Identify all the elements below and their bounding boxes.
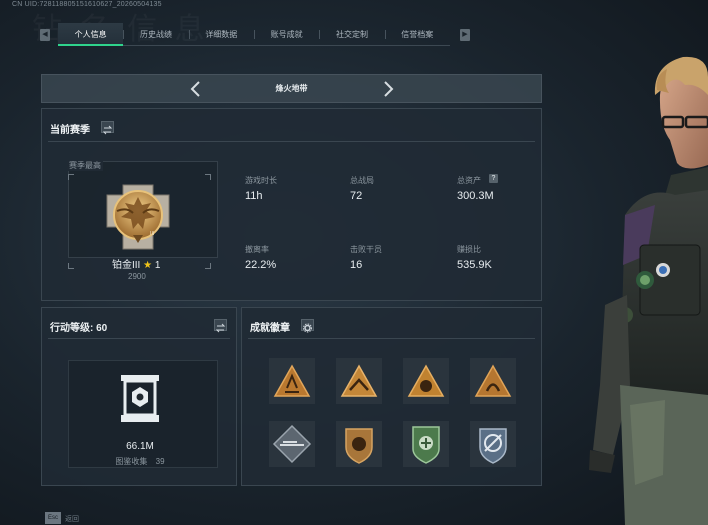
corner-bl [68, 263, 74, 269]
tab-social[interactable]: 社交定制 [319, 23, 384, 45]
collection-label: 图鉴收集 [115, 457, 148, 466]
triangle-gold-badge-icon [340, 364, 378, 397]
shield-blue-badge-icon [479, 428, 507, 464]
collection-value: 39 [155, 457, 165, 466]
achievement-badges-panel: 成就徽章 [241, 307, 542, 486]
achievement-badge[interactable] [403, 421, 449, 467]
star-icon: ★ [143, 260, 153, 271]
achievement-badge[interactable] [470, 358, 516, 404]
gear-icon [303, 323, 312, 333]
collection-display-case-icon[interactable] [117, 373, 163, 425]
divider [48, 141, 535, 142]
season-highest-label: 赛季最高 [67, 160, 103, 171]
map-selector-bar: 烽火地带 [41, 74, 542, 103]
action-level-panel: 行动等级: 60 66.1M 图鉴收集 39 [41, 307, 237, 486]
rank-label: 铂金III ★ 1 [112, 256, 160, 271]
tab-next-button[interactable]: ▶ [460, 29, 470, 41]
divider [48, 338, 230, 339]
collection-count: 图鉴收集 39 [42, 456, 238, 467]
achievement-badge[interactable] [336, 421, 382, 467]
operator-character-art [589, 56, 708, 525]
stat-label-extraction-rate: 撤离率 [245, 245, 269, 254]
platinum-rank-emblem-icon: III [106, 184, 170, 250]
tab-history[interactable]: 历史战绩 [123, 23, 188, 45]
shield-green-badge-icon [412, 426, 440, 464]
tab-credit[interactable]: 信誉档案 [384, 23, 450, 45]
stat-value-total-matches: 72 [350, 190, 363, 202]
achievement-badge[interactable] [403, 358, 449, 404]
tab-bar: 个人信息 历史战绩 详细数据 账号成就 社交定制 信誉档案 [58, 23, 450, 46]
achievement-badge[interactable] [269, 421, 315, 467]
tab-detailed-data[interactable]: 详细数据 [188, 23, 254, 45]
corner-br [205, 263, 211, 269]
tab-achievements[interactable]: 账号成就 [253, 23, 319, 45]
stat-value-operators-defeated: 16 [350, 259, 363, 271]
diamond-rifle-badge-icon [272, 424, 312, 464]
back-label[interactable]: 返回 [65, 514, 79, 524]
rank-points: 2900 [128, 272, 146, 281]
achievements-settings-button[interactable] [301, 319, 314, 333]
stat-label-operators-defeated: 击败干员 [350, 245, 382, 254]
rank-stars: 1 [154, 260, 161, 271]
map-title: 烽火地带 [275, 84, 308, 93]
action-level-switch-button[interactable] [214, 319, 227, 333]
stat-label-total-assets: 总资产 [457, 176, 481, 185]
map-next-icon[interactable] [379, 79, 397, 99]
tab-prev-button[interactable]: ◀ [40, 29, 50, 41]
shield-bronze-badge-icon [345, 428, 373, 464]
action-level-value: 60 [96, 323, 108, 334]
achievement-badge[interactable] [336, 358, 382, 404]
stat-label-playtime: 游戏时长 [245, 176, 277, 185]
help-icon[interactable]: ? [489, 174, 498, 183]
season-switch-button[interactable] [101, 121, 114, 135]
stat-value-playtime: 11h [245, 190, 263, 202]
stat-value-total-assets: 300.3M [457, 190, 494, 202]
stat-label-profit-loss-ratio: 赚损比 [457, 245, 481, 254]
stat-value-profit-loss-ratio: 535.9K [457, 259, 492, 271]
corner-tr [205, 174, 211, 180]
rank-name: 铂金III [112, 260, 141, 271]
corner-tl [68, 174, 74, 180]
season-title: 当前赛季 [50, 125, 90, 136]
stat-label-total-matches: 总战局 [350, 176, 374, 185]
esc-key-badge[interactable]: Esc [45, 512, 61, 524]
achievement-badge[interactable] [269, 358, 315, 404]
action-level-label: 行动等级: [50, 323, 94, 334]
triangle-gold-badge-icon [407, 364, 445, 397]
swap-icon [102, 125, 113, 135]
stat-value-extraction-rate: 22.2% [245, 259, 277, 271]
collection-amount: 66.1M [126, 441, 154, 452]
triangle-gold-badge-icon [474, 364, 512, 397]
triangle-gold-badge-icon [273, 364, 311, 397]
uid-text: CN UID:728118805151610627_20260504135 [12, 1, 162, 8]
swap-icon [215, 323, 226, 333]
current-season-panel: 当前赛季 赛季最高 III 铂金III ★ 1 2900 游戏时长 11h 总战… [41, 108, 542, 301]
achievements-title: 成就徽章 [250, 323, 290, 334]
achievement-badge[interactable] [470, 421, 516, 467]
action-level-title: 行动等级: 60 [50, 319, 107, 334]
tab-personal-info[interactable]: 个人信息 [58, 23, 124, 46]
divider [248, 338, 535, 339]
svg-text:III: III [150, 231, 154, 237]
